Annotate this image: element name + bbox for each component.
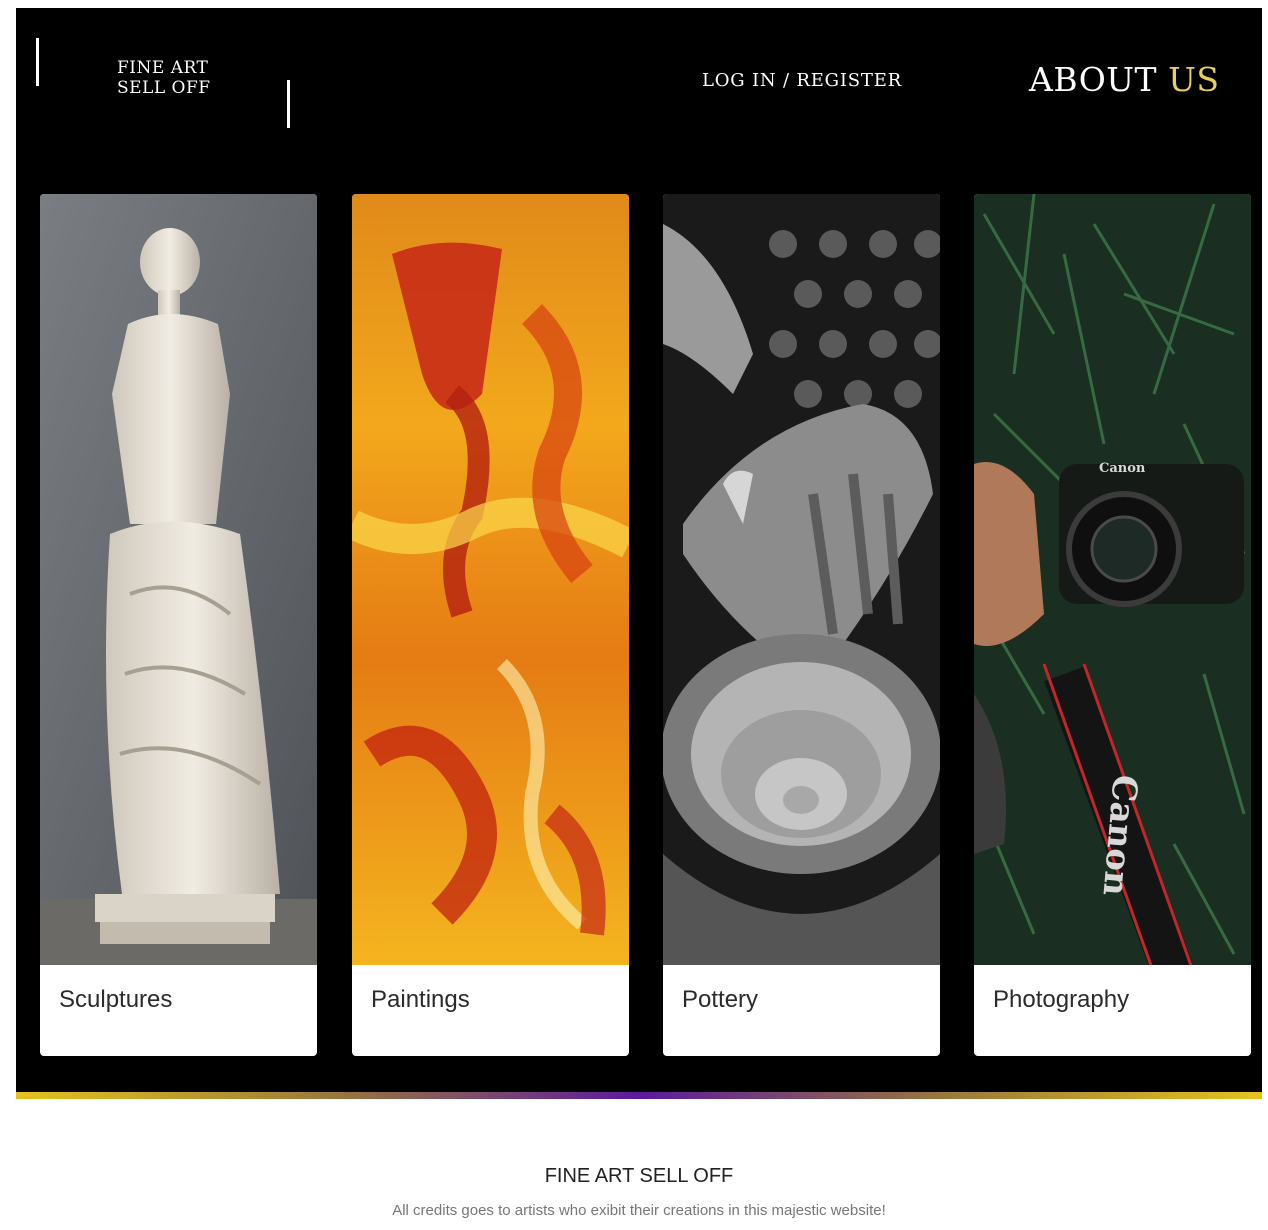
category-label: Sculptures <box>59 986 173 1013</box>
category-card-photography[interactable]: Canon Canon Photography <box>974 194 1251 1056</box>
login-register-link[interactable]: LOG IN / REGISTER <box>702 70 902 91</box>
footer-divider <box>16 1092 1262 1099</box>
photography-image: Canon Canon <box>974 194 1251 965</box>
pottery-image <box>663 194 940 965</box>
category-label: Paintings <box>371 986 470 1013</box>
brand-divider-left <box>36 38 39 86</box>
sculpture-image <box>40 194 317 965</box>
category-card-pottery[interactable]: Pottery <box>663 194 940 1056</box>
brand-line-2: SELL OFF <box>117 78 211 98</box>
about-accent: US <box>1168 60 1220 99</box>
footer: FINE ART SELL OFF All credits goes to ar… <box>16 1099 1262 1230</box>
footer-credit: All credits goes to artists who exibit t… <box>392 1202 886 1219</box>
category-card-paintings[interactable]: Paintings <box>352 194 629 1056</box>
category-card-sculptures[interactable]: Sculptures <box>40 194 317 1056</box>
brand-logo[interactable]: FINE ART SELL OFF <box>117 58 211 98</box>
brand-divider-right <box>287 80 290 128</box>
category-label: Pottery <box>682 986 759 1013</box>
svg-text:Canon: Canon <box>1099 461 1146 476</box>
footer-title: FINE ART SELL OFF <box>544 1165 734 1187</box>
category-label: Photography <box>993 986 1130 1013</box>
page-frame: FINE ART SELL OFF LOG IN / REGISTER ABOU… <box>16 8 1262 1230</box>
about-us-link[interactable]: ABOUT US <box>1029 60 1220 99</box>
brand-line-1: FINE ART <box>117 58 209 78</box>
painting-image <box>352 194 629 965</box>
about-prefix: ABOUT <box>1029 60 1158 99</box>
